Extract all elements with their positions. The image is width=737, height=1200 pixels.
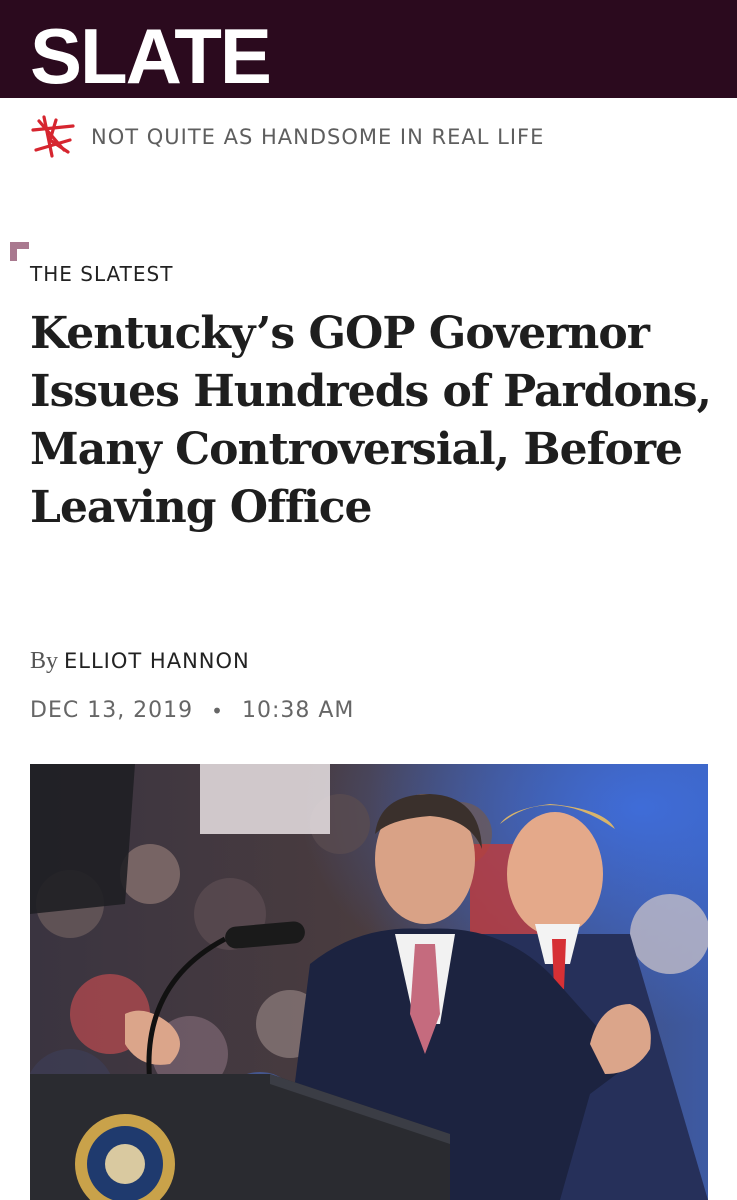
slate-star-icon <box>31 115 75 158</box>
tagline: NOT QUITE AS HANDSOME IN REAL LIFE <box>30 112 544 162</box>
section-label[interactable]: THE SLATEST <box>30 262 173 286</box>
article-headline: Kentucky’s GOP Governor Issues Hundreds … <box>30 308 712 533</box>
rally-photo <box>30 764 708 1200</box>
byline-prefix: By <box>30 648 59 674</box>
publish-time: 10:38 AM <box>241 698 355 723</box>
author-link[interactable]: ELLIOT HANNON <box>64 649 250 673</box>
date-separator: • <box>211 698 224 723</box>
site-header: SLATE <box>0 0 737 98</box>
article-photo <box>30 764 708 1200</box>
dateline: DEC 13, 2019 • 10:38 AM <box>30 698 354 723</box>
tagline-text: NOT QUITE AS HANDSOME IN REAL LIFE <box>91 125 545 149</box>
section-corner-icon <box>10 242 29 261</box>
slate-logo[interactable]: SLATE <box>30 14 272 98</box>
publish-date: DEC 13, 2019 <box>30 698 194 723</box>
byline: By ELLIOT HANNON <box>30 648 250 675</box>
